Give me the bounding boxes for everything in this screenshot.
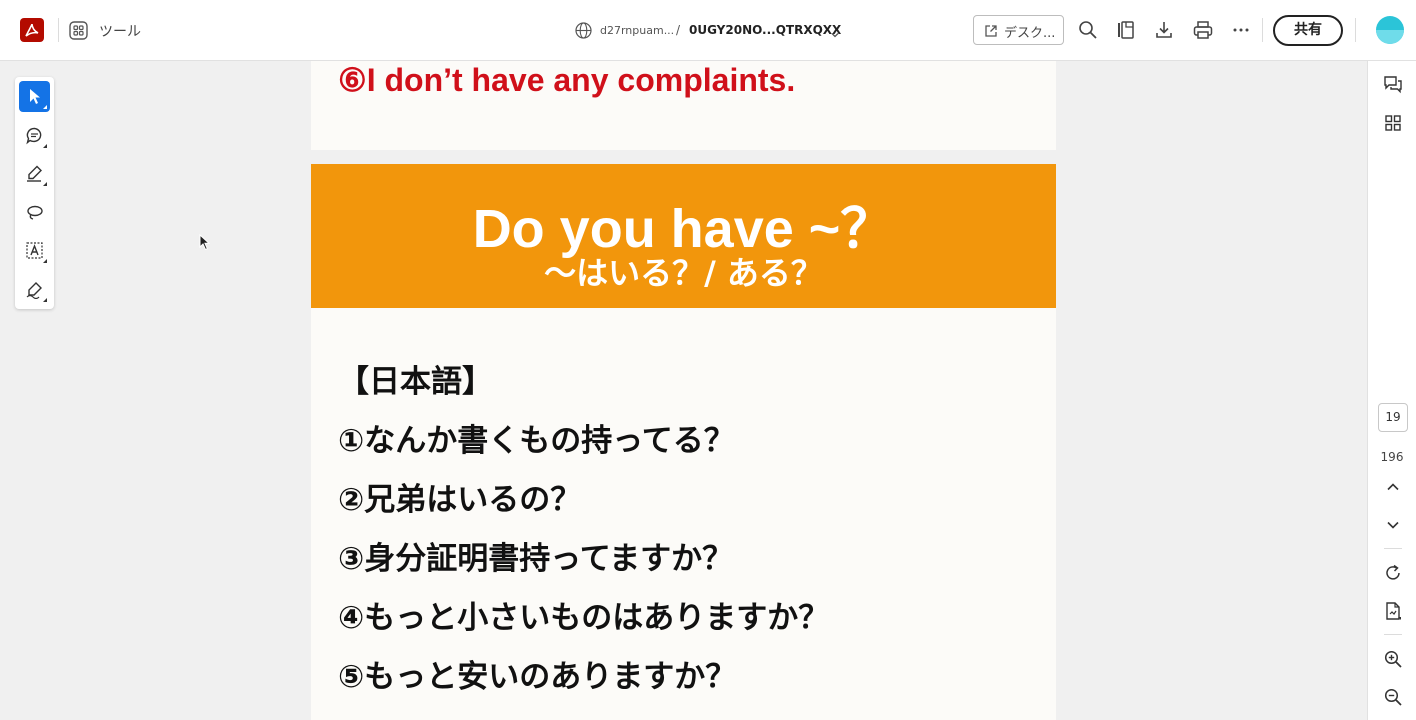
- page-file-icon[interactable]: [1383, 601, 1403, 621]
- zoom-in-icon[interactable]: [1383, 649, 1403, 669]
- document-filename[interactable]: 0UGY20NO...QTRXQXX: [689, 23, 841, 37]
- page-down-icon[interactable]: [1383, 515, 1403, 535]
- highlight-tool-button[interactable]: [19, 158, 50, 189]
- right-rail: 19 196: [1367, 61, 1416, 720]
- comments-panel-icon[interactable]: [1383, 74, 1403, 94]
- text-tool-button[interactable]: [19, 235, 50, 266]
- open-in-desktop-label: デスク...: [1004, 26, 1056, 41]
- select-tool-button[interactable]: [19, 81, 50, 112]
- draw-tool-button[interactable]: [19, 197, 50, 228]
- path-separator: /: [676, 23, 681, 37]
- top-toolbar: ツール d27rnpuam... / 0UGY20NO...QTRXQXX デス…: [0, 0, 1416, 61]
- tools-grid-icon[interactable]: [69, 21, 88, 40]
- globe-icon: [575, 22, 592, 39]
- share-button[interactable]: 共有: [1273, 15, 1343, 46]
- pages-icon[interactable]: [1115, 19, 1137, 41]
- slide-banner: Do you have ~？ ～はいる？/ ある？: [311, 164, 1056, 308]
- comment-icon: [26, 127, 42, 145]
- tools-menu-label[interactable]: ツール: [99, 21, 141, 41]
- tool-menu-corner: [43, 144, 47, 148]
- thumbnails-icon[interactable]: [1383, 113, 1403, 133]
- avatar[interactable]: [1376, 16, 1404, 44]
- download-icon[interactable]: [1153, 19, 1175, 41]
- sign-tool-button[interactable]: [19, 274, 50, 305]
- toolbar-divider: [1355, 18, 1356, 42]
- list-item: ⑤もっと安いのありますか？: [338, 659, 737, 695]
- chevron-down-icon[interactable]: [830, 25, 840, 38]
- banner-subtitle: ～はいる？/ ある？: [544, 254, 823, 292]
- document-host: d27rnpuam...: [600, 24, 675, 37]
- list-item: ①なんか書くもの持ってる？: [338, 423, 735, 459]
- tool-menu-corner: [43, 182, 47, 186]
- list-item: ②兄弟はいるの？: [338, 482, 582, 518]
- total-pages: 196: [1380, 450, 1404, 464]
- print-icon[interactable]: [1192, 19, 1214, 41]
- more-icon[interactable]: [1230, 19, 1252, 41]
- text-box-icon: [26, 242, 43, 259]
- previous-page-line: ⑥I don’t have any complaints.: [338, 62, 796, 98]
- highlight-pen-icon: [27, 165, 42, 182]
- pdf-page-previous: ⑥I don’t have any complaints.: [311, 61, 1056, 150]
- search-icon[interactable]: [1077, 19, 1099, 41]
- open-external-icon: [985, 25, 997, 37]
- current-page-input[interactable]: 19: [1378, 403, 1408, 432]
- rail-divider: [1384, 548, 1402, 549]
- zoom-out-icon[interactable]: [1383, 687, 1403, 707]
- section-heading: 【日本語】: [338, 364, 493, 400]
- toolbar-divider: [58, 18, 59, 42]
- list-item: ③身分証明書持ってますか？: [338, 541, 734, 577]
- page-up-icon[interactable]: [1383, 477, 1403, 497]
- acrobat-logo-icon[interactable]: [20, 18, 44, 42]
- select-pointer-icon: [30, 89, 40, 104]
- toolbar-divider: [1262, 18, 1263, 42]
- quick-tools-panel: [15, 77, 54, 309]
- tool-menu-corner: [43, 298, 47, 302]
- sign-icon: [26, 282, 42, 299]
- tool-menu-corner: [43, 105, 47, 109]
- open-in-desktop-button[interactable]: デスク...: [973, 15, 1064, 45]
- pdf-page-current: Do you have ~？ ～はいる？/ ある？ 【日本語】 ①なんか書くもの…: [311, 164, 1056, 720]
- rail-divider: [1384, 634, 1402, 635]
- mouse-cursor-icon: [199, 233, 211, 255]
- comment-tool-button[interactable]: [19, 120, 50, 151]
- draw-lasso-icon: [27, 205, 43, 220]
- rotate-icon[interactable]: [1383, 563, 1403, 583]
- tool-menu-corner: [43, 259, 47, 263]
- list-item: ④もっと小さいものはありますか？: [338, 600, 830, 636]
